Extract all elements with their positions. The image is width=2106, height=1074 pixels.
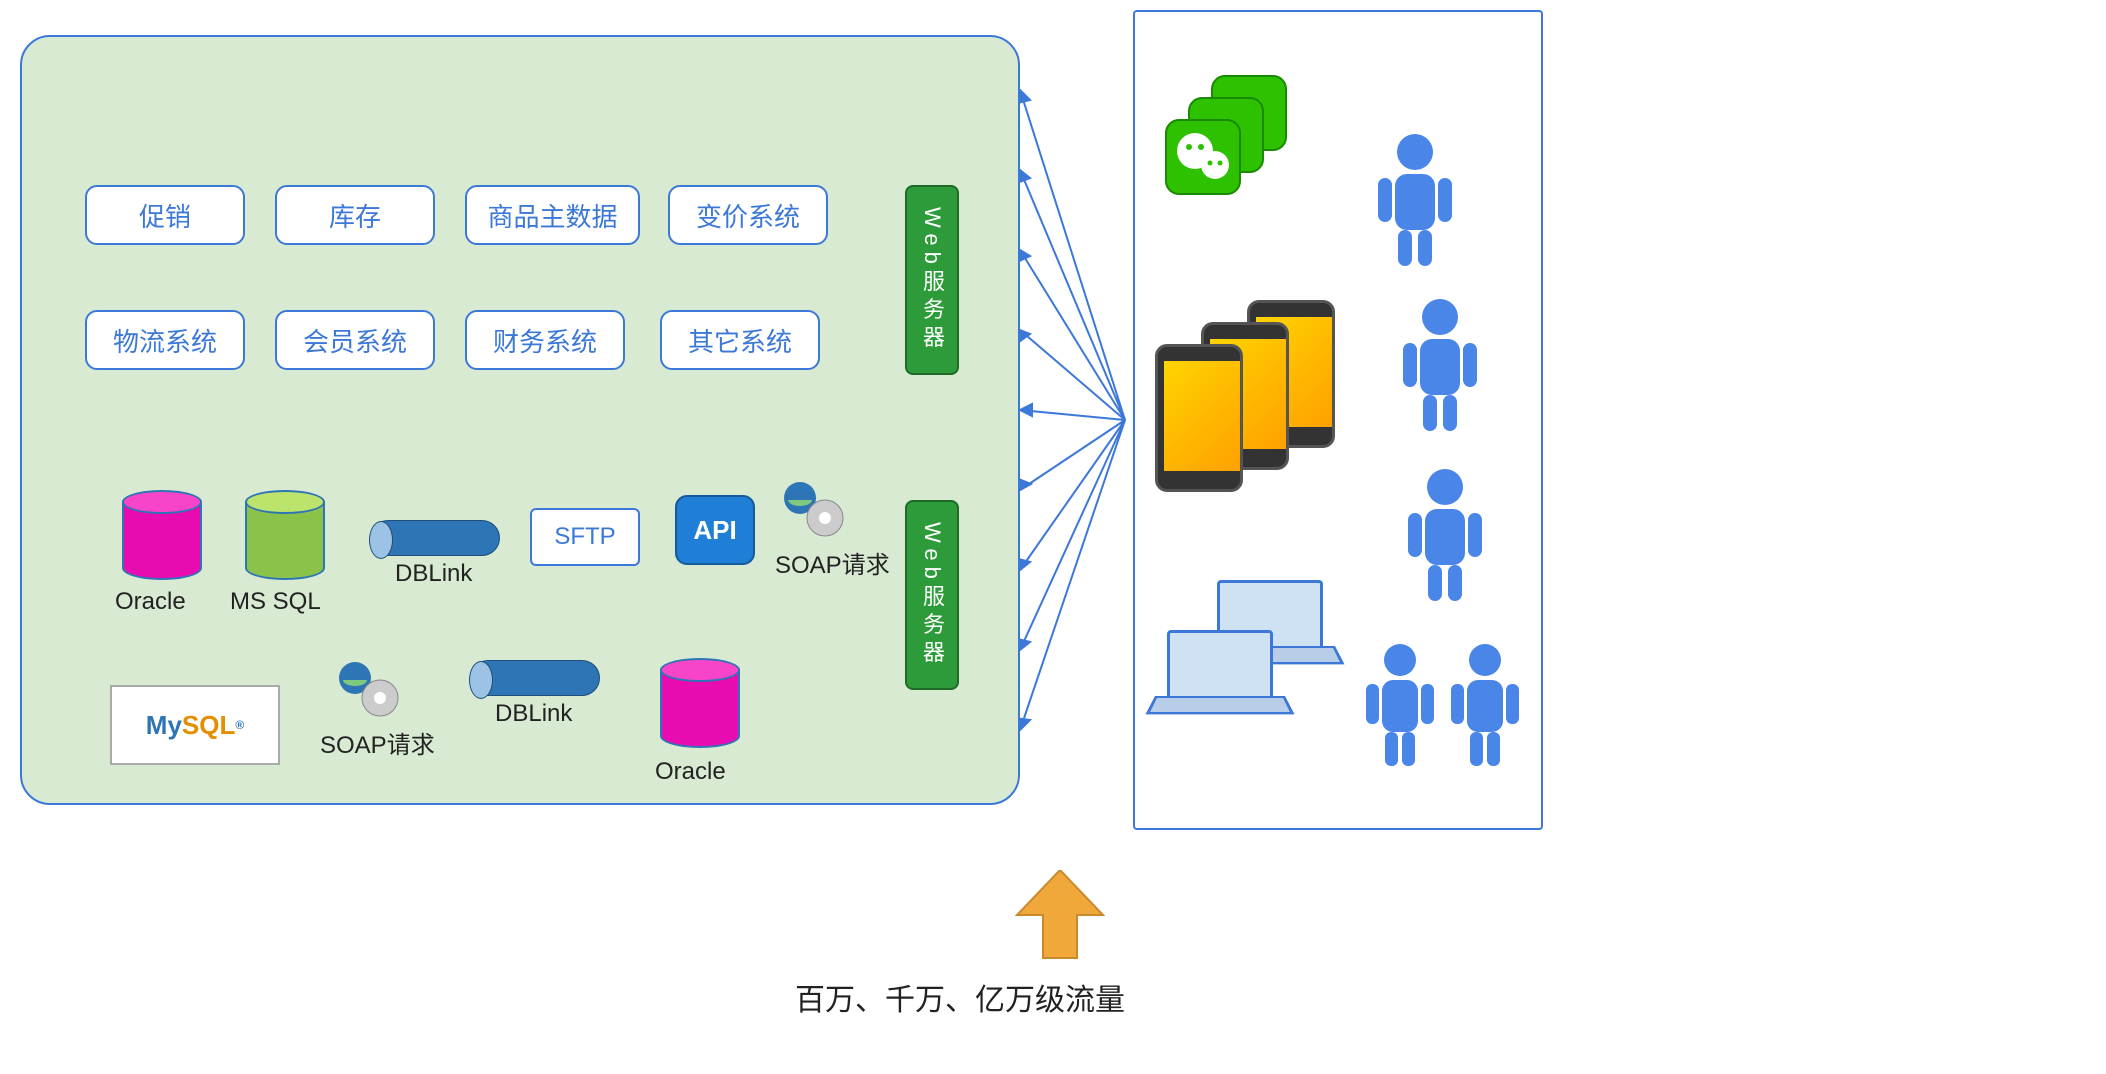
dblink2-icon (470, 660, 600, 696)
dblink2-label: DBLink (495, 700, 572, 728)
box-logistics: 物流系统 (85, 310, 245, 370)
web-server-2: Web服务器 (905, 500, 959, 690)
person-icon (1395, 295, 1485, 435)
mysql-logo: MySQL® (110, 685, 280, 765)
box-product-master: 商品主数据 (465, 185, 640, 245)
dblink1-icon (370, 520, 500, 556)
mssql-db-label: MS SQL (230, 588, 321, 616)
oracle-db-label: Oracle (115, 588, 186, 616)
person-icon (1360, 640, 1440, 770)
person-icon (1445, 640, 1525, 770)
web-server-1: Web服务器 (905, 185, 959, 375)
dblink1-label: DBLink (395, 560, 472, 588)
box-finance: 财务系统 (465, 310, 625, 370)
box-promotion: 促销 (85, 185, 245, 245)
api-box: API (675, 495, 755, 565)
box-stock: 库存 (275, 185, 435, 245)
oracle-db2-label: Oracle (655, 758, 726, 786)
traffic-label: 百万、千万、亿万级流量 (795, 975, 1125, 1019)
soap-icon-1 (780, 480, 850, 540)
soap-label-2: SOAP请求 (320, 725, 435, 760)
oracle-db-icon (122, 490, 202, 580)
soap-icon-2 (335, 660, 405, 720)
sftp-box: SFTP (530, 508, 640, 566)
oracle-db2-icon (660, 658, 740, 748)
arrow-up-icon (1015, 870, 1105, 960)
person-icon (1400, 465, 1490, 605)
box-member: 会员系统 (275, 310, 435, 370)
box-pricing: 变价系统 (668, 185, 828, 245)
soap-label-1: SOAP请求 (775, 545, 890, 580)
mssql-db-icon (245, 490, 325, 580)
box-other: 其它系统 (660, 310, 820, 370)
person-icon (1370, 130, 1460, 270)
